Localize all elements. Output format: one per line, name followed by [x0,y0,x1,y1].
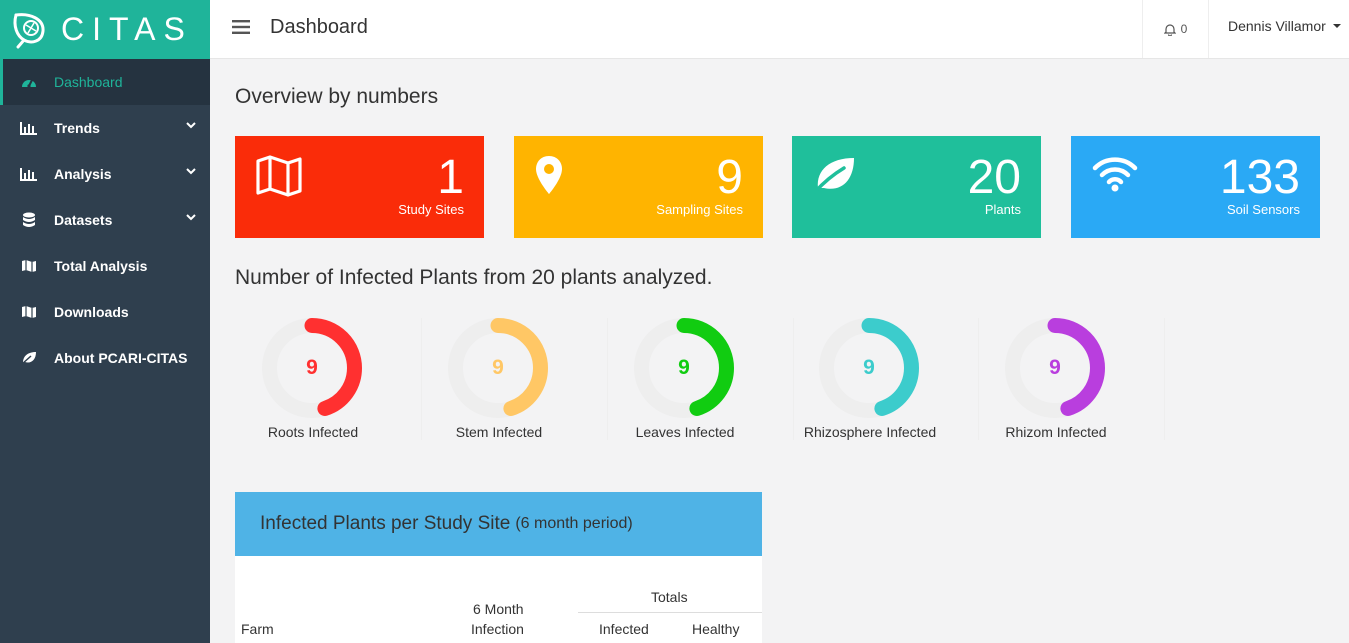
bell-icon [1163,23,1176,36]
notifications-count: 0 [1180,22,1188,36]
top-bar: Dashboard 0 Dennis Villamor [210,0,1349,59]
map-icon [20,258,38,274]
donut-rhizosphere: 9 Rhizosphere Infected [793,318,979,440]
page-title: Dashboard [270,16,368,38]
column-header-totals: Totals [651,589,688,605]
stat-card-plants[interactable]: 20 Plants [792,136,1041,238]
stat-value: 1 [437,151,464,204]
donut-label: Stem Infected [455,424,543,440]
sidebar-item-about[interactable]: About PCARI-CITAS [0,335,210,381]
column-header-healthy: Healthy [692,621,740,637]
column-header-farm: Farm [241,621,274,637]
stat-label: Soil Sensors [1227,202,1300,217]
sidebar-item-label: About PCARI-CITAS [54,350,188,366]
stat-card-sampling-sites[interactable]: 9 Sampling Sites [514,136,763,238]
wifi-icon [1092,157,1138,192]
column-header-infection-line1: 6 Month [473,601,524,617]
bar-chart-icon [20,120,38,136]
column-header-infected: Infected [599,621,649,637]
sidebar-item-label: Trends [54,120,100,136]
sidebar-item-datasets[interactable]: Datasets [0,197,210,243]
donut-label: Roots Infected [267,424,359,440]
panel-subtitle: (6 month period) [515,515,633,532]
stat-card-soil-sensors[interactable]: 133 Soil Sensors [1071,136,1320,238]
map-marker-icon [536,156,562,194]
overview-heading: Overview by numbers [235,85,439,108]
sidebar-item-total-analysis[interactable]: Total Analysis [0,243,210,289]
sidebar-item-label: Analysis [54,166,112,182]
sidebar: CITAS Dashboard Trends Analysis Datasets… [0,0,210,643]
chevron-down-icon [186,214,196,221]
stat-label: Study Sites [398,202,464,217]
user-name: Dennis Villamor [1228,18,1326,34]
stat-value: 20 [967,151,1021,204]
column-header-infection-line2: Infection [471,621,524,637]
infected-per-site-panel: Infected Plants per Study Site (6 month … [235,492,762,643]
leaf-icon [20,350,38,366]
stat-label: Sampling Sites [656,202,743,217]
user-menu[interactable]: Dennis Villamor [1228,18,1341,34]
donut-stem: 9 Stem Infected [422,318,608,440]
stat-value: 9 [716,151,743,204]
sidebar-item-label: Total Analysis [54,258,148,274]
stat-label: Plants [984,202,1021,217]
sidebar-nav: Dashboard Trends Analysis Datasets Total… [0,59,210,381]
leaf-icon [813,158,854,194]
donut-value: 9 [492,356,504,379]
chevron-down-icon [186,122,196,129]
sidebar-item-dashboard[interactable]: Dashboard [0,59,210,105]
sidebar-item-trends[interactable]: Trends [0,105,210,151]
stat-card-study-sites[interactable]: 1 Study Sites [235,136,484,238]
database-icon [20,212,38,228]
brand-header[interactable]: CITAS [0,0,210,59]
donut-value: 9 [306,356,318,379]
map-icon [256,155,302,197]
totals-divider [578,612,762,613]
sidebar-item-analysis[interactable]: Analysis [0,151,210,197]
dashboard-icon [20,74,38,90]
donut-rhizom: 9 Rhizom Infected [979,318,1165,440]
sidebar-item-label: Dashboard [54,74,123,90]
donut-label: Rhizosphere Infected [803,424,937,440]
panel-header: Infected Plants per Study Site (6 month … [235,492,762,556]
notifications-button[interactable]: 0 [1142,0,1209,58]
donut-value: 9 [1049,356,1061,379]
panel-title: Infected Plants per Study Site [260,513,511,534]
sidebar-item-label: Downloads [54,304,129,320]
donut-roots: 9 Roots Infected [236,318,422,440]
donut-label: Leaves Infected [635,424,735,440]
caret-down-icon [1332,24,1341,28]
chevron-down-icon [186,168,196,175]
citas-logo-icon [13,12,45,48]
stat-value: 133 [1219,151,1300,204]
donut-label: Rhizom Infected [1005,424,1107,440]
sidebar-item-downloads[interactable]: Downloads [0,289,210,335]
donut-value: 9 [678,356,690,379]
map-icon [20,304,38,320]
donut-value: 9 [863,356,875,379]
menu-toggle-icon[interactable] [232,20,250,34]
donut-leaves: 9 Leaves Infected [608,318,794,440]
brand-name: CITAS [61,11,193,47]
infected-heading: Number of Infected Plants from 20 plants… [235,266,713,289]
bar-chart-icon [20,166,38,182]
sidebar-item-label: Datasets [54,212,113,228]
